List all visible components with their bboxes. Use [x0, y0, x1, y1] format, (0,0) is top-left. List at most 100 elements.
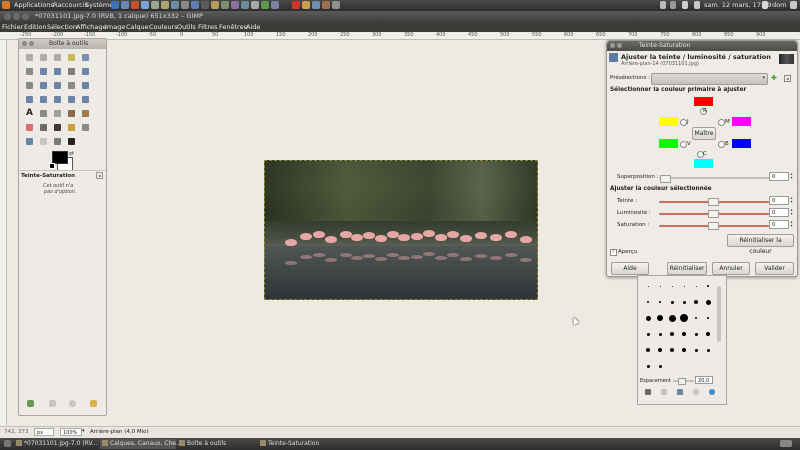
- lightness-slider-thumb[interactable]: [708, 210, 719, 218]
- brush-preset[interactable]: [659, 285, 661, 287]
- bucket-fill-icon[interactable]: [40, 110, 47, 117]
- close-icon[interactable]: [22, 41, 27, 46]
- mail-icon[interactable]: [694, 1, 700, 9]
- volume-icon[interactable]: [682, 1, 688, 9]
- brush-preset[interactable]: [694, 332, 698, 336]
- launcher-icon[interactable]: [332, 1, 340, 9]
- brush-preset[interactable]: [706, 348, 710, 352]
- toolbox-titlebar[interactable]: Boîte à outils: [19, 39, 106, 49]
- brush-preset[interactable]: [645, 315, 651, 321]
- zoom-select[interactable]: 100%: [60, 428, 82, 436]
- launcher-icon[interactable]: [201, 1, 209, 9]
- edit-brush-icon[interactable]: [645, 389, 651, 395]
- perspective-icon[interactable]: [54, 96, 61, 103]
- ok-button[interactable]: Valider: [755, 262, 794, 275]
- maximize-window-icon[interactable]: [22, 13, 29, 20]
- duplicate-brush-icon[interactable]: [677, 389, 683, 395]
- browser-launcher-icon[interactable]: [111, 1, 119, 9]
- preview-checkbox[interactable]: ✓: [610, 249, 617, 256]
- menu-colors[interactable]: Couleurs: [149, 23, 178, 31]
- save-options-icon[interactable]: [27, 400, 34, 407]
- brush-preset[interactable]: [647, 285, 649, 287]
- brush-preset[interactable]: [646, 332, 650, 336]
- mail-indicator-icon[interactable]: [670, 1, 676, 9]
- menu-edit[interactable]: Edition: [24, 23, 47, 31]
- ubuntu-logo-icon[interactable]: [2, 1, 10, 9]
- dodge-burn-icon[interactable]: [68, 138, 75, 145]
- launcher-icon[interactable]: [312, 1, 320, 9]
- brush-preset[interactable]: [646, 364, 650, 368]
- spacing-slider-thumb[interactable]: [678, 378, 686, 385]
- dialog-titlebar[interactable]: Teinte-Saturation: [607, 41, 797, 51]
- minimize-icon[interactable]: [617, 43, 622, 48]
- power-icon[interactable]: [790, 1, 797, 9]
- lasso-icon[interactable]: [54, 54, 61, 61]
- perspective-clone-icon[interactable]: [26, 138, 33, 145]
- cage-icon[interactable]: [82, 96, 89, 103]
- mail-launcher-icon[interactable]: [121, 1, 129, 9]
- applications-menu[interactable]: Applications: [14, 1, 54, 9]
- add-preset-icon[interactable]: ✚: [771, 74, 777, 82]
- brush-preset[interactable]: [695, 285, 697, 287]
- reset-button[interactable]: Réinitialiser: [667, 262, 707, 275]
- user-name[interactable]: dom: [772, 1, 786, 9]
- delete-options-icon[interactable]: [69, 400, 76, 407]
- menu-layer[interactable]: Calque: [126, 23, 149, 31]
- launcher-icon[interactable]: [231, 1, 239, 9]
- red-swatch[interactable]: [694, 97, 713, 106]
- fuzzy-select-icon[interactable]: [68, 54, 75, 61]
- chevron-down-icon[interactable]: ▾: [82, 428, 85, 434]
- unit-select[interactable]: px: [34, 428, 54, 436]
- yellow-radio[interactable]: [680, 119, 687, 126]
- taskbar-item-hue-saturation[interactable]: Teinte-Saturation: [258, 439, 348, 449]
- brush-preset[interactable]: [646, 348, 650, 352]
- launcher-icon[interactable]: [221, 1, 229, 9]
- text-icon[interactable]: A: [26, 109, 33, 118]
- spacing-spinbox[interactable]: 20,0: [695, 376, 713, 384]
- system-menu[interactable]: Système: [85, 1, 113, 9]
- brush-preset[interactable]: [668, 314, 676, 322]
- network-icon[interactable]: [660, 1, 666, 9]
- move-icon[interactable]: [40, 82, 47, 89]
- menu-file[interactable]: Fichier: [2, 23, 23, 31]
- brush-preset[interactable]: [659, 301, 661, 303]
- taskbar-item-toolbox[interactable]: Boîte à outils: [177, 439, 257, 449]
- brush-preset[interactable]: [694, 348, 698, 352]
- cancel-button[interactable]: Annuler: [712, 262, 750, 275]
- refresh-brushes-icon[interactable]: [709, 389, 715, 395]
- eraser-icon[interactable]: [26, 124, 33, 131]
- brush-preset[interactable]: [658, 332, 662, 336]
- pdf-launcher-icon[interactable]: [292, 1, 300, 9]
- green-swatch[interactable]: [659, 139, 678, 148]
- launcher-icon[interactable]: [141, 1, 149, 9]
- paintbrush-icon[interactable]: [82, 110, 89, 117]
- minimize-window-icon[interactable]: [13, 13, 20, 20]
- brush-preset[interactable]: [694, 300, 698, 304]
- rect-select-icon[interactable]: [26, 54, 33, 61]
- launcher-icon[interactable]: [171, 1, 179, 9]
- heal-icon[interactable]: [82, 124, 89, 131]
- smudge-icon[interactable]: [54, 138, 61, 145]
- menu-view[interactable]: Affichage: [76, 23, 107, 31]
- align-icon[interactable]: [54, 82, 61, 89]
- lightness-spinbox[interactable]: 0: [769, 208, 789, 217]
- scissors-icon[interactable]: [26, 68, 33, 75]
- rotate-icon[interactable]: [82, 82, 89, 89]
- launcher-icon[interactable]: [261, 1, 269, 9]
- hue-spin-arrows-icon[interactable]: ▴ ▾: [789, 196, 794, 205]
- ink-icon[interactable]: [54, 124, 61, 131]
- restore-options-icon[interactable]: [49, 400, 56, 407]
- color-select-icon[interactable]: [82, 54, 89, 61]
- launcher-icon[interactable]: [322, 1, 330, 9]
- blue-swatch[interactable]: [732, 139, 751, 148]
- launcher-icon[interactable]: [241, 1, 249, 9]
- saturation-spinbox[interactable]: 0: [769, 220, 789, 229]
- foreground-select-icon[interactable]: [40, 68, 47, 75]
- brush-preset[interactable]: [682, 332, 686, 336]
- hue-slider-thumb[interactable]: [708, 198, 719, 206]
- measure-icon[interactable]: [26, 82, 33, 89]
- crop-icon[interactable]: [68, 82, 75, 89]
- brush-preset[interactable]: [647, 301, 649, 303]
- launcher-icon[interactable]: [251, 1, 259, 9]
- paths-icon[interactable]: [54, 68, 61, 75]
